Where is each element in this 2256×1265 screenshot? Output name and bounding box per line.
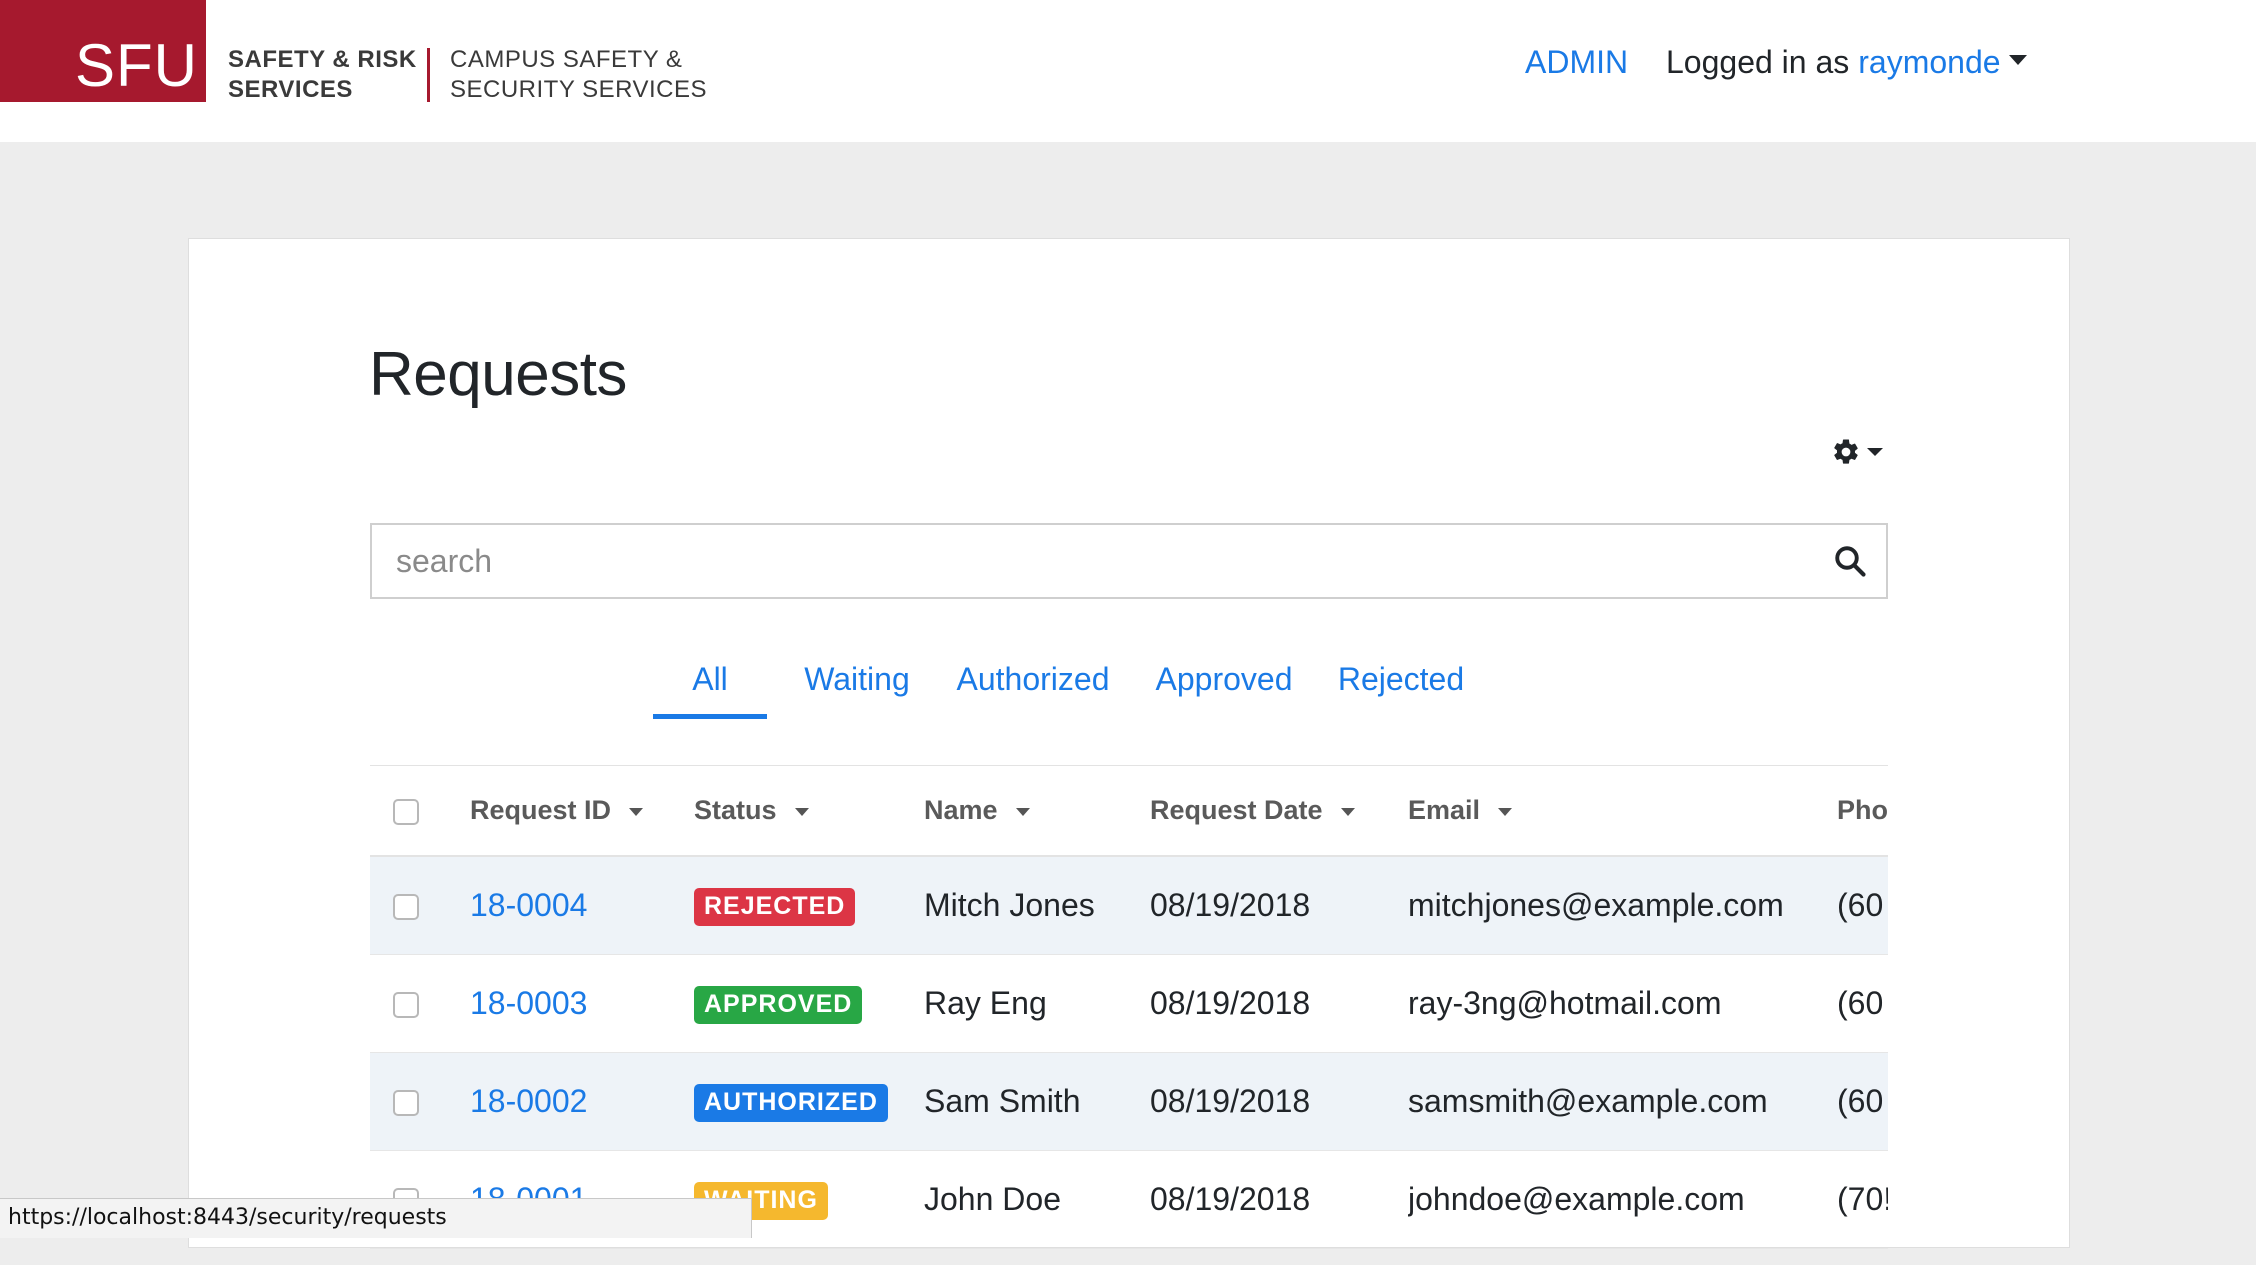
sfu-logo-text: SFU (75, 32, 198, 99)
table-row: 18-0004 REJECTED Mitch Jones 08/19/2018 … (370, 856, 1888, 955)
phone-cell: (60 (1837, 954, 1888, 1053)
browser-status-bar: https://localhost:8443/security/requests (0, 1198, 752, 1238)
chevron-down-icon[interactable] (2008, 54, 2027, 65)
email-cell: ray-3ng@hotmail.com (1408, 954, 1837, 1053)
brand-title: SAFETY & RISK SERVICES (228, 45, 418, 105)
top-navbar: SFU SAFETY & RISK SERVICES CAMPUS SAFETY… (0, 0, 2256, 142)
request-id-link[interactable]: 18-0002 (470, 1083, 587, 1119)
column-header-request-id[interactable]: Request ID (470, 766, 694, 857)
tab-rejected[interactable]: Rejected (1328, 649, 1474, 719)
sfu-logo[interactable]: SFU (0, 0, 206, 102)
row-checkbox[interactable] (393, 1090, 419, 1117)
logged-in-label: Logged in as (1666, 44, 1850, 80)
status-url: https://localhost:8443/security/requests (8, 1205, 447, 1230)
requests-table: Request ID Status Name Request Date Emai… (370, 766, 1888, 1249)
date-cell: 08/19/2018 (1150, 856, 1408, 955)
phone-cell: (70! (1837, 1150, 1888, 1249)
sort-caret-icon[interactable] (1015, 807, 1030, 816)
name-cell: Ray Eng (924, 954, 1150, 1053)
page-title: Requests (369, 340, 627, 409)
request-id-link[interactable]: 18-0004 (470, 887, 587, 923)
request-id-link[interactable]: 18-0003 (470, 985, 587, 1021)
name-cell: Mitch Jones (924, 856, 1150, 955)
phone-cell: (60 (1837, 856, 1888, 955)
row-checkbox[interactable] (393, 894, 419, 921)
column-header-phone[interactable]: Phor (1837, 766, 1888, 857)
search-input[interactable] (372, 525, 1812, 597)
status-badge: REJECTED (694, 887, 856, 926)
tab-authorized[interactable]: Authorized (947, 649, 1119, 719)
column-header-name[interactable]: Name (924, 766, 1150, 857)
select-all-checkbox[interactable] (393, 798, 419, 825)
table-header-row: Request ID Status Name Request Date Emai… (370, 766, 1888, 857)
tab-all[interactable]: All (653, 649, 767, 719)
column-header-status[interactable]: Status (694, 766, 924, 857)
tab-waiting[interactable]: Waiting (792, 649, 922, 719)
search-bar (370, 523, 1888, 599)
status-badge: AUTHORIZED (694, 1083, 888, 1122)
requests-card: Requests All Waiting Authorized Approved… (188, 238, 2070, 1249)
brand-line-2: SERVICES (228, 76, 353, 103)
sort-caret-icon[interactable] (1340, 807, 1355, 816)
sort-caret-icon[interactable] (794, 807, 809, 816)
brand-line-1: SAFETY & RISK (228, 46, 417, 73)
date-cell: 08/19/2018 (1150, 1052, 1408, 1151)
email-cell: mitchjones@example.com (1408, 856, 1837, 955)
admin-link[interactable]: ADMIN (1525, 44, 1628, 81)
column-header-email[interactable]: Email (1408, 766, 1837, 857)
search-icon[interactable] (1832, 543, 1868, 579)
date-cell: 08/19/2018 (1150, 1150, 1408, 1249)
subtitle-line-1: CAMPUS SAFETY & (450, 46, 683, 73)
phone-cell: (60 (1837, 1052, 1888, 1151)
email-cell: samsmith@example.com (1408, 1052, 1837, 1151)
status-badge: APPROVED (694, 985, 863, 1024)
email-cell: johndoe@example.com (1408, 1150, 1837, 1249)
user-menu[interactable]: Logged in as raymonde (1666, 44, 2027, 81)
name-cell: John Doe (924, 1150, 1150, 1249)
brand-divider (427, 48, 430, 102)
brand-subtitle: CAMPUS SAFETY & SECURITY SERVICES (450, 45, 730, 105)
requests-table-wrapper: Request ID Status Name Request Date Emai… (370, 765, 1888, 1265)
gear-icon[interactable] (1831, 437, 1861, 467)
row-checkbox[interactable] (393, 992, 419, 1019)
table-row: 18-0002 AUTHORIZED Sam Smith 08/19/2018 … (370, 1052, 1888, 1151)
status-tabs: All Waiting Authorized Approved Rejected (653, 649, 1553, 719)
subtitle-line-2: SECURITY SERVICES (450, 76, 708, 103)
caret-down-icon[interactable] (1867, 448, 1883, 456)
sort-caret-icon[interactable] (1498, 807, 1513, 816)
sort-caret-icon[interactable] (629, 807, 644, 816)
column-header-request-date[interactable]: Request Date (1150, 766, 1408, 857)
settings-dropdown-button[interactable] (1831, 435, 1893, 469)
name-cell: Sam Smith (924, 1052, 1150, 1151)
date-cell: 08/19/2018 (1150, 954, 1408, 1053)
tab-approved[interactable]: Approved (1144, 649, 1304, 719)
username-link[interactable]: raymonde (1858, 44, 2000, 81)
table-row: 18-0003 APPROVED Ray Eng 08/19/2018 ray-… (370, 954, 1888, 1053)
